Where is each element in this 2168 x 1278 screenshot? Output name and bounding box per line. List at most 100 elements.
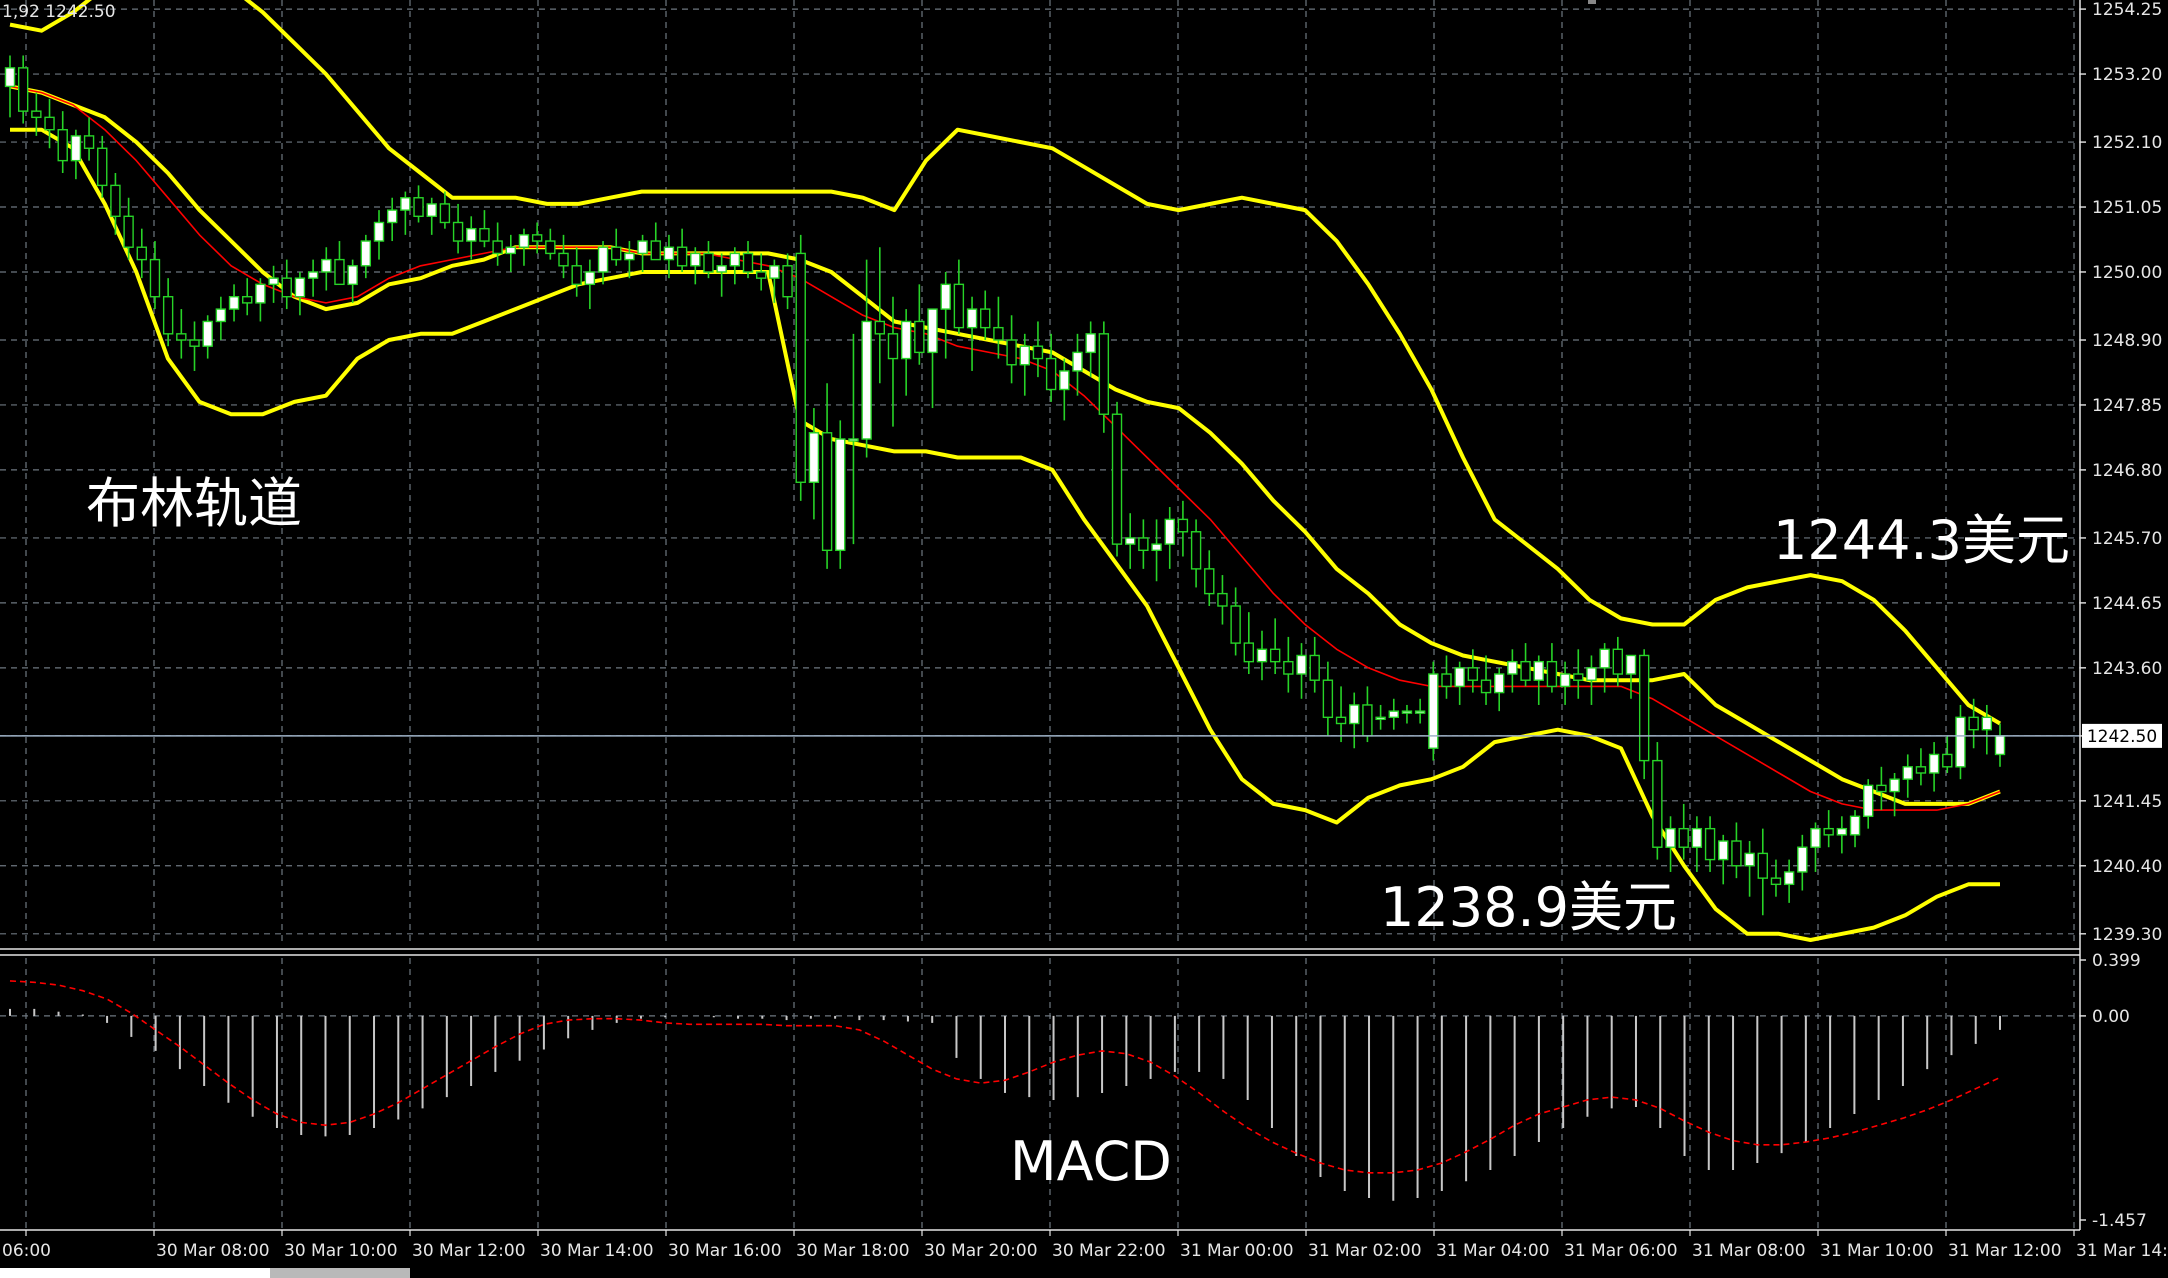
candle [1428,661,1439,761]
candle-body [307,271,319,279]
candle-body [1546,660,1558,688]
price-tick-label: 1240.40 [2092,857,2162,877]
candle-body [31,110,42,119]
candle-body [1322,679,1334,719]
candle-body [57,129,68,162]
candle-body [558,252,569,267]
candle-body [571,265,582,286]
candle-body [228,296,240,310]
candle-body [980,308,991,329]
candle-body [294,277,306,298]
candle-body [373,221,385,242]
candle-body [1599,648,1610,669]
candle-body [1520,660,1531,681]
price-tick-label: 1245.70 [2092,529,2162,549]
current-price-label: 1242.50 [2087,727,2157,747]
candle-body [676,246,688,267]
time-tick-label: 31 Mar 06:00 [1564,1241,1678,1261]
candle-body [1098,333,1110,415]
candle-body [439,203,451,224]
candle-body [821,432,833,552]
candle-body [1138,537,1149,552]
candle-body [1638,654,1650,762]
candle [1638,649,1650,780]
candle-body [1678,827,1689,848]
candle-body [835,438,846,552]
candle-body [255,283,266,304]
candle [835,420,846,569]
candle-body [426,203,437,218]
candle-body [1401,710,1413,714]
candle-body [1507,660,1518,675]
price-tick-label: 1244.65 [2092,594,2162,614]
candle [795,234,806,501]
trading-chart[interactable]: 1254.25 1253.20 1252.10 1251.05 1250.00 1248.… [0,0,2168,1278]
candle-body [1019,345,1030,366]
candle-body [1863,784,1874,817]
price-tick-label: 1247.85 [2092,396,2162,416]
candle-body [1533,660,1544,681]
time-tick-label: 30 Mar 22:00 [1052,1241,1166,1261]
bollinger-band-label: 布林轨道 [86,472,302,535]
candle-body [597,246,609,273]
price-tick-label: 1254.25 [2092,0,2162,20]
candle-body [808,432,820,483]
candle-body [1243,642,1255,663]
candle-body [202,320,213,347]
candle-body [1559,673,1571,688]
candle-body [1164,518,1175,545]
candle-body [1770,877,1782,886]
candle-body [1586,667,1597,681]
price-tick-label: 1241.45 [2092,792,2162,812]
current-price-marker: 1242.50 [2082,723,2162,748]
candle-body [136,246,147,261]
candle-body [360,240,372,267]
candle [1111,401,1123,557]
candle-body [149,258,161,298]
candle-body [545,240,556,255]
candle-body [1204,568,1215,595]
candle-body [479,227,490,242]
candle-body [1217,592,1228,607]
candle-body [1836,827,1848,836]
candle-body [1296,654,1307,675]
candle-body [755,271,767,279]
candle-body [1731,840,1742,867]
candle-body [1256,648,1268,663]
candle-body [663,246,675,261]
price-tick-label: 1246.80 [2092,461,2162,481]
candle-body [729,252,741,267]
candle-body [4,67,16,88]
price-tick-label: 1243.60 [2092,659,2162,679]
candle-body [176,333,187,341]
scroll-marker[interactable] [1588,0,1596,4]
candle-body [1414,710,1426,714]
candle-body [505,246,516,255]
time-tick-label: 30 Mar 16:00 [668,1241,782,1261]
candle-body [1942,753,1953,768]
candle-body [17,67,29,112]
candle-body [347,265,358,286]
time-tick-label: 31 Mar 02:00 [1308,1241,1422,1261]
macd-tick-label: 0.399 [2092,951,2141,971]
candle-body [782,265,793,298]
candle-body [900,320,912,360]
candle-body [162,296,174,335]
candle-body [1059,370,1070,391]
candle-body [1981,716,1993,731]
candle-body [861,320,872,440]
candle-body [914,320,925,354]
candle-body [1335,716,1347,725]
candle-body [1124,537,1136,545]
candle-body [413,197,424,218]
candle-body [1349,704,1360,725]
time-tick-label: 30 Mar 14:00 [540,1241,654,1261]
candle-body [874,320,886,335]
candle-body [83,135,95,149]
candle-body [966,308,978,329]
candle-body [1573,673,1584,681]
candle-body [1810,827,1821,848]
candle-body [466,227,477,242]
candle-body [1441,673,1452,688]
candle-body [1691,827,1703,848]
